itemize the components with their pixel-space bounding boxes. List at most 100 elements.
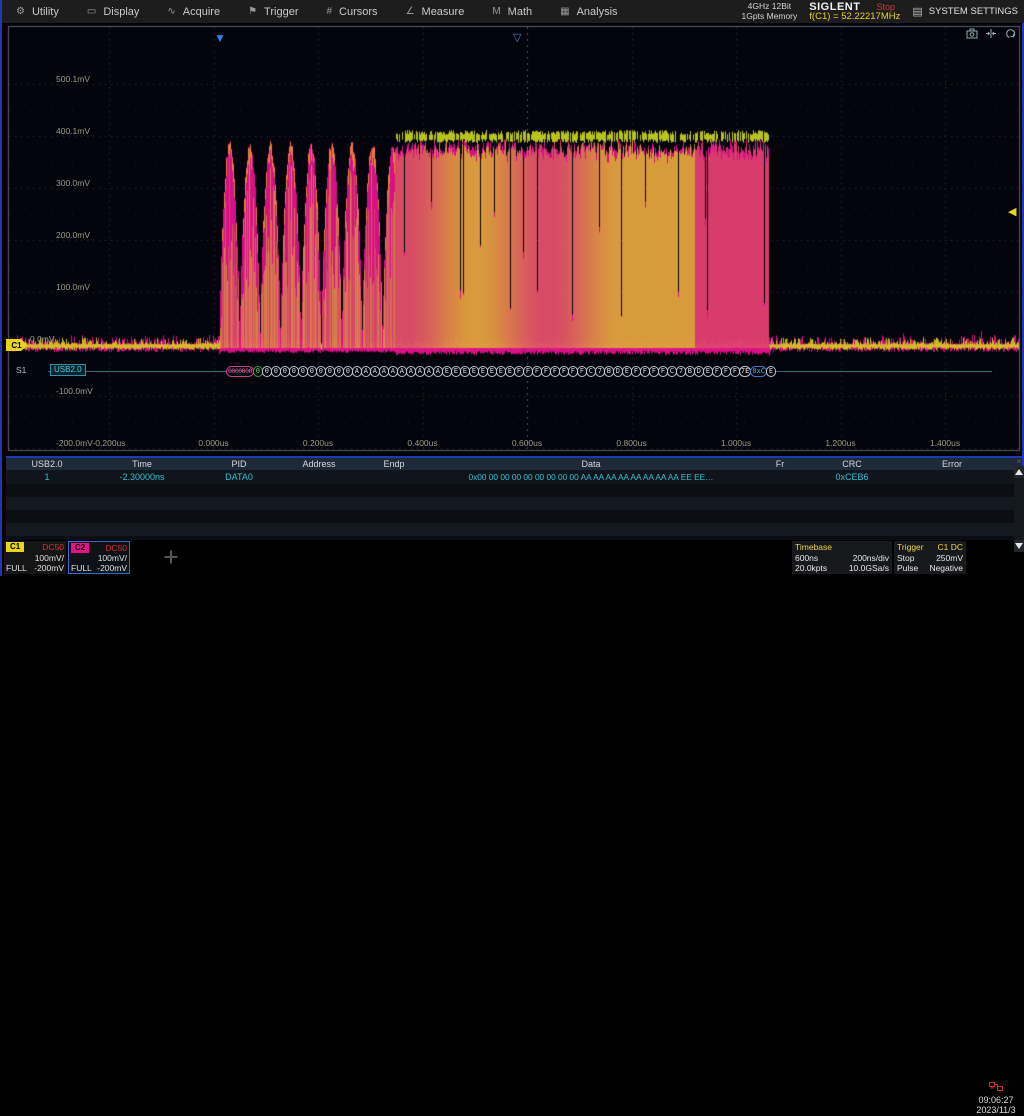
time-label: 0.800us [616,438,646,448]
acquisition-status: Stop [876,2,895,12]
time-label: -0.200us [92,438,125,448]
menu-item-display[interactable]: ▭Display [73,0,154,23]
menu-right: 4GHz 12Bit 1Gpts Memory SIGLENT Stop f(C… [742,2,1024,22]
history-undo-icon[interactable] [1004,28,1016,39]
voltage-label: -100.0mV [56,386,93,396]
column-header: Address [282,458,356,470]
voltage-label: 300.0mV [56,178,90,188]
scroll-down-button[interactable] [1014,540,1024,552]
table-cell [750,470,810,484]
menu-item-cursors[interactable]: #Cursors [312,0,391,23]
decode-table-close-icon[interactable]: × [1014,458,1024,466]
trigger-title: Trigger [897,542,924,552]
table-cell: 0xCEB6 [810,470,894,484]
crc-bubble: 0xC [750,366,767,377]
voltage-label: 200.0mV [56,230,90,240]
time-label: 1.000us [721,438,751,448]
table-cell [894,470,1010,484]
trigger-position-marker[interactable]: ▼ [214,32,226,44]
decode-table-scrollbar: × [1014,458,1024,558]
brand-block: SIGLENT Stop f(C1) = 52.22217MHz [809,2,900,22]
menu-item-trigger[interactable]: ⚑Trigger [234,0,312,23]
column-header: Data [432,458,750,470]
channel-offset: -200mV [97,563,127,573]
channel-scale: 100mV/ [35,553,64,563]
add-channel-button[interactable]: + [148,540,194,574]
channel-scale: 100mV/ [98,553,127,563]
timebase-descriptor[interactable]: Timebase 600ns200ns/div 20.0kpts10.0GSa/… [792,541,892,574]
menu-label-utility: Utility [32,6,59,18]
time-label: 0.400us [407,438,437,448]
table-cell: 0x00 00 00 00 00 00 00 00 00 AA AA AA AA… [432,470,750,484]
system-settings-icon: ▤ [912,5,922,18]
trigger-descriptor[interactable]: TriggerC1 DC Stop250mV PulseNegative [894,541,966,574]
trigger-level-marker[interactable]: ◀ [1008,207,1016,218]
delay-reference-marker[interactable]: ▽ [513,32,521,44]
menu-item-utility[interactable]: ⚙Utility [2,0,73,23]
channel-offset: -200mV [34,563,64,573]
display-icon: ▭ [87,6,96,17]
sync-bubble: 0000000 [226,366,254,377]
menu-item-math[interactable]: MMath [478,0,546,23]
empty-row [6,510,1022,523]
system-settings-label: SYSTEM SETTINGS [929,6,1018,17]
scrollbar-track[interactable] [1014,478,1024,540]
menu-label-cursors: Cursors [339,6,378,18]
frequency-counter: f(C1) = 52.22217MHz [809,12,900,22]
voltage-label: 400.1mV [56,126,90,136]
screenshot-camera-icon[interactable] [966,28,978,39]
menu-item-analysis[interactable]: ▦ Analysis [546,0,631,23]
trigger-type: Pulse [897,563,918,573]
table-row[interactable]: 1-2.30000nsDATA00x00 00 00 00 00 00 00 0… [6,470,1022,484]
menu-items: ⚙Utility▭Display∿Acquire⚑Trigger#Cursors… [2,0,632,23]
table-cell [282,470,356,484]
voltage-label: 100.0mV [56,282,90,292]
menu-label-analysis: Analysis [577,6,618,18]
time-label: 0.200us [303,438,333,448]
channel-coupling: DC50 [42,542,64,552]
clock-date: 2023/11/3 [976,1105,1015,1115]
menu-bar: ⚙Utility▭Display∿Acquire⚑Trigger#Cursors… [2,0,1024,23]
analysis-icon: ▦ [560,6,569,17]
channel-box-c1[interactable]: C1 DC50100mV/FULL -200mV [4,541,66,574]
menu-label-trigger: Trigger [264,6,298,18]
voltage-label: 500.1mV [56,74,90,84]
system-settings-button[interactable]: ▤ SYSTEM SETTINGS [912,5,1018,18]
column-header: PID [196,458,282,470]
acquire-icon: ∿ [167,6,175,17]
trigger-status: Stop [897,553,915,563]
decode-table: USB2.0TimePIDAddressEndpDataFrCRCError 1… [6,456,1022,540]
time-label: 1.400us [930,438,960,448]
timebase-points: 20.0kpts [795,563,827,573]
column-header: Time [88,458,196,470]
channel-chip: C1 [6,542,24,552]
scope-corner-toolbar [966,28,1016,39]
empty-row [6,523,1022,536]
measure-icon: ∠ [406,6,415,17]
channel-bandwidth: FULL [71,563,92,573]
chevron-down-icon [1015,543,1023,549]
decode-table-header: USB2.0TimePIDAddressEndpDataFrCRCError [6,458,1022,470]
trigger-slope: Negative [929,563,963,573]
channel-bandwidth: FULL [6,563,27,573]
channel-coupling: DC50 [105,543,127,553]
scroll-up-button[interactable] [1014,466,1024,478]
channel-chip: C2 [71,543,89,553]
clock-box: 09:06:27 2023/11/3 [968,1081,1024,1116]
menu-item-acquire[interactable]: ∿Acquire [153,0,234,23]
status-bar: C1DC50100mV/FULL-200mVC2DC50100mV/FULL-2… [2,540,1024,576]
trigger-level: 250mV [936,553,963,563]
zoom-reset-icon[interactable] [985,28,997,39]
serial-decode-label: S1 [16,365,26,375]
timebase-delay: 600ns [795,553,818,563]
network-icon [989,1082,1003,1094]
scope-spec: 4GHz 12Bit 1Gpts Memory [742,2,798,21]
timebase-scale: 200ns/div [853,553,889,563]
column-header: USB2.0 [6,458,88,470]
channel-box-c2[interactable]: C2 DC50100mV/FULL -200mV [68,541,130,574]
voltage-label: -200.0mV [56,438,93,448]
empty-row [6,497,1022,510]
menu-item-measure[interactable]: ∠Measure [392,0,479,23]
time-label: 0.600us [512,438,542,448]
clock-time: 09:06:27 [978,1095,1013,1105]
